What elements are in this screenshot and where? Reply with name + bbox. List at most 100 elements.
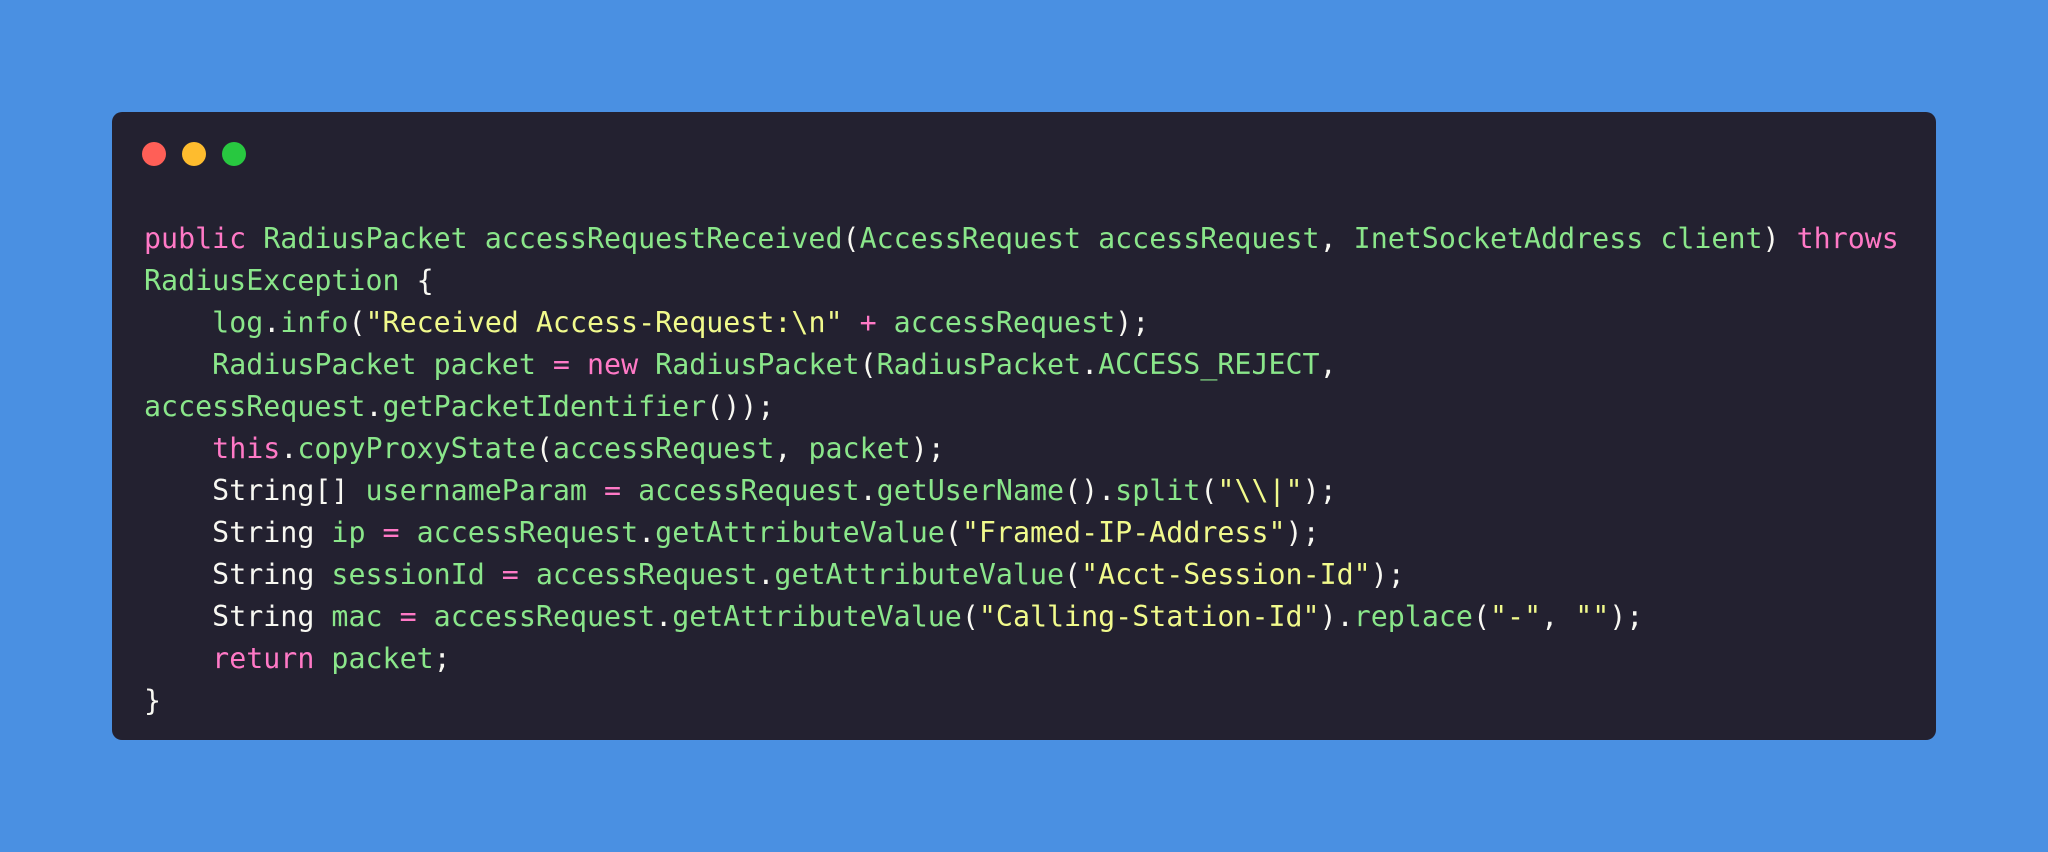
code-token: String (212, 600, 315, 633)
code-token: RadiusPacket (263, 222, 468, 255)
code-token: RadiusPacket (212, 348, 417, 381)
code-token: RadiusException (144, 264, 400, 297)
code-token: ); (1115, 306, 1150, 339)
code-token: . (1081, 348, 1099, 381)
code-token: accessRequest (144, 390, 366, 423)
code-token: accessRequest (638, 474, 860, 507)
code-token: "Calling-Station-Id" (978, 600, 1320, 633)
minimize-dot-icon[interactable] (182, 142, 206, 166)
code-token: getAttributeValue (672, 600, 962, 633)
code-token: String (212, 516, 315, 549)
code-token: ( (1472, 600, 1490, 633)
code-token: return (212, 642, 315, 675)
code-token: InetSocketAddress (1353, 222, 1644, 255)
code-token: ( (944, 516, 962, 549)
code-token: info (280, 306, 349, 339)
code-token: getAttributeValue (774, 558, 1065, 591)
code-token: ). (1319, 600, 1354, 633)
code-line: public RadiusPacket accessRequestReceive… (144, 218, 1899, 260)
code-token: , (1319, 222, 1354, 255)
code-token: accessRequestReceived (484, 222, 843, 255)
code-token: ip (331, 516, 366, 549)
code-token: sessionId (331, 558, 485, 591)
code-token: , (1541, 600, 1576, 633)
code-block: public RadiusPacket accessRequestReceive… (144, 218, 1899, 722)
code-token: , (774, 432, 809, 465)
code-token: accessRequest (416, 516, 639, 549)
code-token: client (1660, 222, 1763, 255)
code-line: log.info("Received Access-Request:\n" + … (144, 302, 1899, 344)
code-line: String ip = accessRequest.getAttributeVa… (144, 512, 1899, 554)
code-token: ()); (706, 390, 775, 423)
code-token: . (757, 558, 775, 591)
code-token: ( (859, 348, 877, 381)
code-token: } (144, 684, 162, 717)
code-token: ); (910, 432, 945, 465)
code-line: String mac = accessRequest.getAttributeV… (144, 596, 1899, 638)
code-token: = (382, 516, 400, 549)
code-token: this (212, 432, 281, 465)
code-token: AccessRequest (859, 222, 1082, 255)
code-token: ( (535, 432, 553, 465)
code-token: "\\|" (1217, 474, 1303, 507)
code-token: . (655, 600, 673, 633)
code-token: getAttributeValue (655, 516, 945, 549)
window-controls (142, 142, 246, 166)
code-token: RadiusPacket (876, 348, 1082, 381)
code-token: { (399, 264, 434, 297)
code-token: ); (1302, 474, 1337, 507)
code-token: ( (348, 306, 366, 339)
code-token: = (604, 474, 622, 507)
code-token: . (263, 306, 281, 339)
code-token: "Received Access-Request:\n" (365, 306, 843, 339)
code-line: RadiusPacket packet = new RadiusPacket(R… (144, 344, 1899, 386)
code-token: accessRequest (535, 558, 758, 591)
code-token: split (1115, 474, 1201, 507)
code-token: log (212, 306, 264, 339)
code-token: "Acct-Session-Id" (1081, 558, 1371, 591)
close-dot-icon[interactable] (142, 142, 166, 166)
code-token: = (552, 348, 570, 381)
code-token: ; (433, 642, 451, 675)
code-token: RadiusPacket (655, 348, 860, 381)
code-line: String[] usernameParam = accessRequest.g… (144, 470, 1899, 512)
code-token: String (212, 558, 315, 591)
code-token: "-" (1490, 600, 1542, 633)
code-token: ); (1285, 516, 1320, 549)
code-line: String sessionId = accessRequest.getAttr… (144, 554, 1899, 596)
code-token: String[] (212, 474, 349, 507)
code-token: = (399, 600, 417, 633)
code-token: new (587, 348, 639, 381)
maximize-dot-icon[interactable] (222, 142, 246, 166)
code-line: RadiusException { (144, 260, 1899, 302)
code-window: public RadiusPacket accessRequestReceive… (112, 112, 1936, 740)
code-line: return packet; (144, 638, 1899, 680)
code-token: ( (1200, 474, 1218, 507)
code-token: getPacketIdentifier (382, 390, 707, 423)
code-line: } (144, 680, 1899, 722)
code-token: copyProxyState (297, 432, 536, 465)
code-token: + (859, 306, 877, 339)
code-token: . (859, 474, 877, 507)
